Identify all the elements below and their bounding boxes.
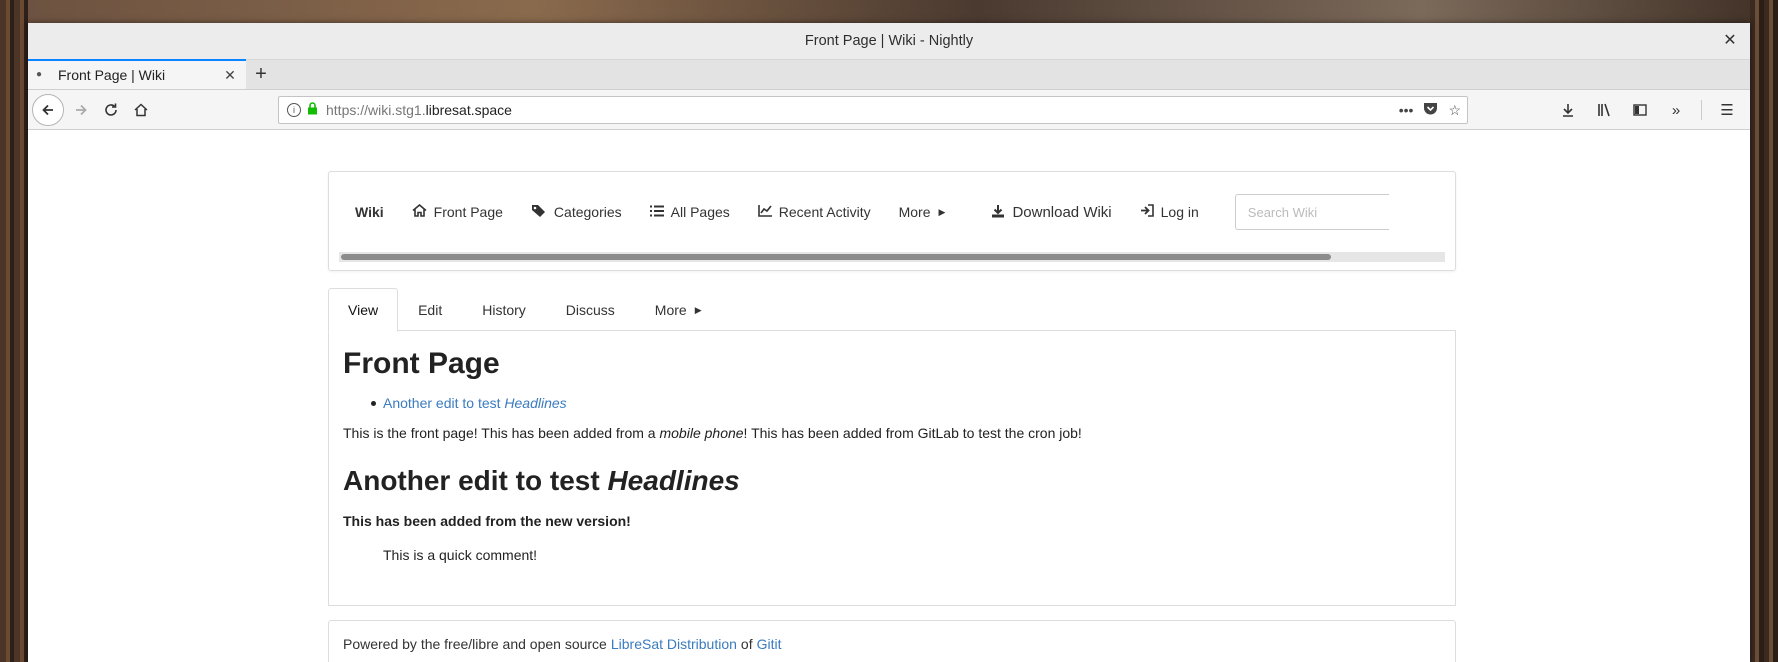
intro-post: ! This has been added from GitLab to tes… <box>743 425 1082 441</box>
library-icon[interactable] <box>1589 95 1619 125</box>
arrow-right-icon <box>76 104 87 115</box>
new-tab-button[interactable]: + <box>246 59 276 89</box>
nav-more-label: More <box>898 204 931 220</box>
url-text[interactable]: https://wiki.stg1.libresat.space <box>326 102 1399 118</box>
table-of-contents: Another edit to test Headlines <box>371 395 1441 411</box>
nav-more[interactable]: More ▶ <box>885 192 960 232</box>
page-tabs: View Edit History Discuss More ▶ <box>328 286 1456 332</box>
nav-categories[interactable]: Categories <box>517 192 636 232</box>
toolbar-separator <box>1701 100 1702 120</box>
tab-strip: ● Front Page | Wiki ✕ + <box>28 59 1750 90</box>
login-link[interactable]: Log in <box>1126 192 1213 232</box>
intro-paragraph: This is the front page! This has been ad… <box>343 425 1441 441</box>
home-button[interactable] <box>126 95 156 125</box>
caret-right-icon: ▶ <box>694 304 702 315</box>
download-icon <box>991 204 1005 221</box>
search-wiki-input[interactable] <box>1234 194 1389 230</box>
scrollbar-thumb[interactable] <box>341 254 1331 260</box>
reload-button[interactable] <box>96 95 126 125</box>
tab-title: Front Page | Wiki <box>58 67 166 83</box>
forward-button[interactable] <box>66 95 96 125</box>
toc-link-em: Headlines <box>504 395 567 411</box>
page-actions-menu-icon[interactable]: ••• <box>1399 102 1414 119</box>
desktop-wallpaper-left <box>0 0 28 662</box>
nav-front-page[interactable]: Front Page <box>398 192 517 232</box>
article-content: Front Page Another edit to test Headline… <box>328 330 1456 606</box>
tab-more[interactable]: More ▶ <box>635 289 722 331</box>
nav-front-page-label: Front Page <box>433 204 503 220</box>
section-heading-em: Headlines <box>607 465 740 496</box>
footer-mid: of <box>740 636 753 652</box>
sidebar-icon[interactable] <box>1625 95 1655 125</box>
nav-recent-activity[interactable]: Recent Activity <box>744 192 885 232</box>
page-content: Wiki Front Page Categories All Pages Rec… <box>28 131 1750 662</box>
download-wiki-label: Download Wiki <box>1012 203 1112 221</box>
nav-all-pages-label: All Pages <box>670 204 730 220</box>
toolbar-right: » ☰ <box>1553 95 1742 125</box>
browser-tab[interactable]: ● Front Page | Wiki ✕ <box>28 59 246 89</box>
tab-close-icon[interactable]: ✕ <box>222 67 238 84</box>
hamburger-menu-icon[interactable]: ☰ <box>1712 95 1742 125</box>
window-titlebar: Front Page | Wiki - Nightly ✕ <box>28 23 1750 60</box>
intro-em: mobile phone <box>659 425 744 441</box>
tab-more-label: More <box>654 302 687 318</box>
toc-link[interactable]: Another edit to test Headlines <box>383 395 567 411</box>
info-icon[interactable]: i <box>287 103 301 117</box>
tab-edit[interactable]: Edit <box>398 289 462 331</box>
home-icon <box>412 203 427 220</box>
chart-icon <box>757 204 772 220</box>
tab-discuss[interactable]: Discuss <box>546 289 635 331</box>
page-title: Front Page <box>343 347 500 380</box>
download-wiki-link[interactable]: Download Wiki <box>977 192 1125 232</box>
quick-comment: This is a quick comment! <box>383 547 538 563</box>
reload-icon <box>105 103 117 116</box>
back-button[interactable] <box>32 93 64 126</box>
overflow-chevron-icon[interactable]: » <box>1661 95 1691 125</box>
tab-history[interactable]: History <box>462 289 546 331</box>
tags-icon <box>531 204 547 221</box>
page-footer: Powered by the free/libre and open sourc… <box>328 620 1456 662</box>
downloads-icon[interactable] <box>1553 95 1583 125</box>
nav-categories-label: Categories <box>553 204 622 220</box>
sign-in-icon <box>1140 204 1154 220</box>
favicon-icon: ● <box>36 69 43 80</box>
home-icon <box>134 102 148 116</box>
url-bar[interactable]: i https://wiki.stg1.libresat.space ••• ☆ <box>278 96 1468 124</box>
wiki-brand[interactable]: Wiki <box>339 192 398 232</box>
section-heading-text: Another edit to test <box>343 465 608 496</box>
desktop-wallpaper-right <box>1750 0 1778 662</box>
list-icon <box>649 205 664 220</box>
pocket-icon[interactable] <box>1423 102 1438 119</box>
arrow-left-icon <box>42 104 53 115</box>
bold-line: This has been added from the new version… <box>343 513 631 529</box>
section-heading: Another edit to test Headlines <box>343 465 1441 497</box>
caret-right-icon: ▶ <box>938 206 946 217</box>
horizontal-scrollbar[interactable] <box>339 252 1445 262</box>
login-label: Log in <box>1160 204 1199 220</box>
nav-recent-activity-label: Recent Activity <box>778 204 871 220</box>
url-host: libresat.space <box>425 102 512 118</box>
desktop-wallpaper <box>0 0 1778 24</box>
intro-pre: This is the front page! This has been ad… <box>343 425 660 441</box>
footer-gitit-link[interactable]: Gitit <box>757 636 782 652</box>
footer-pre: Powered by the free/libre and open sourc… <box>343 636 607 652</box>
window-close-button[interactable]: ✕ <box>1720 31 1740 51</box>
navigation-toolbar: i https://wiki.stg1.libresat.space ••• ☆ <box>28 90 1750 130</box>
footer-libresat-link[interactable]: LibreSat Distribution <box>611 636 737 652</box>
lock-icon[interactable] <box>307 102 318 118</box>
wiki-navbar: Wiki Front Page Categories All Pages Rec… <box>328 171 1456 271</box>
wiki-menu: Wiki Front Page Categories All Pages Rec… <box>339 172 1445 252</box>
window-title: Front Page | Wiki - Nightly <box>804 33 974 49</box>
bookmark-star-icon[interactable]: ☆ <box>1448 102 1461 119</box>
toc-link-text: Another edit to test <box>383 395 505 411</box>
page-actions: ••• ☆ <box>1399 102 1461 119</box>
url-scheme: https://wiki.stg1. <box>326 102 426 118</box>
nav-all-pages[interactable]: All Pages <box>636 192 744 232</box>
browser-window: Front Page | Wiki - Nightly ✕ ● Front Pa… <box>28 23 1750 662</box>
tab-view[interactable]: View <box>328 288 399 332</box>
toc-item: Another edit to test Headlines <box>371 395 1441 411</box>
